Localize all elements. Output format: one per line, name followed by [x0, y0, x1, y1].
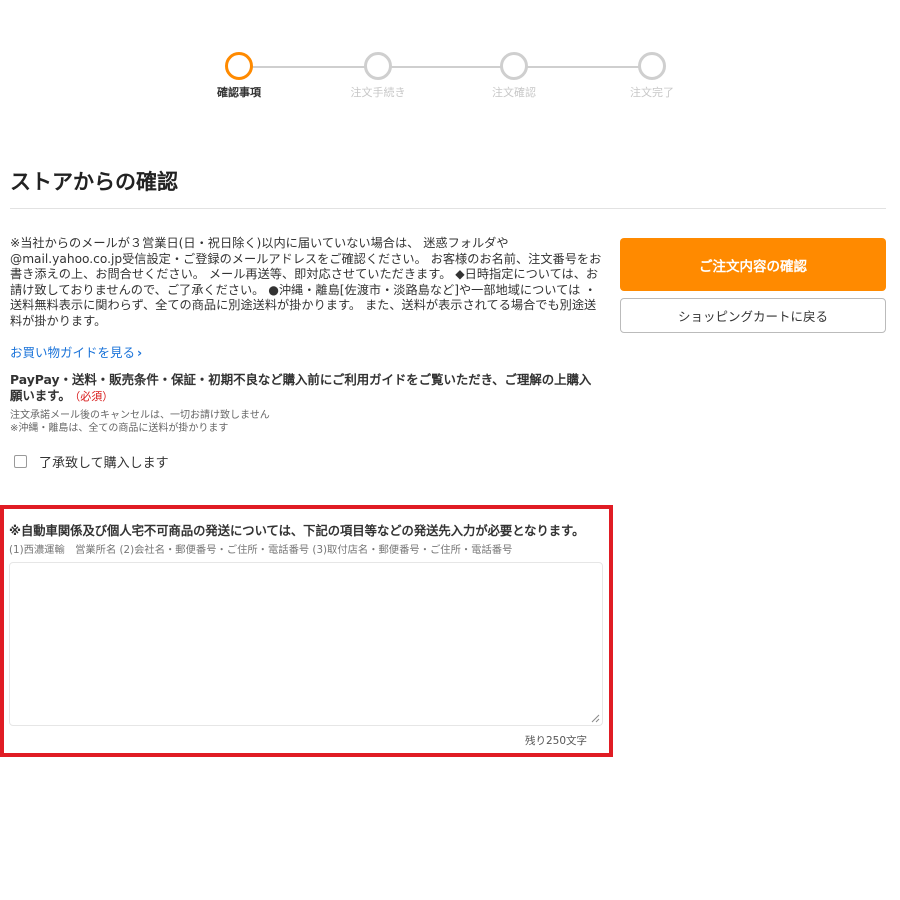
cancel-notes: 注文承諾メール後のキャンセルは、一切お請け致しません ※沖縄・離島は、全ての商品… [10, 409, 510, 435]
step-label: 注文完了 [630, 86, 674, 99]
guide-link-label: お買い物ガイドを見る [10, 345, 136, 360]
cancel-note: 注文承諾メール後のキャンセルは、一切お請け致しません [10, 410, 270, 421]
agree-label: 了承致して購入します [39, 456, 169, 471]
page-title: ストアからの確認 [10, 170, 178, 194]
confirm-order-button[interactable]: ご注文内容の確認 [620, 238, 886, 291]
step-active-circle-icon [225, 52, 253, 80]
shipping-subtext: (1)西濃運輸 営業所名 (2)会社名・郵便番号・ご住所・電話番号 (3)取付店… [9, 544, 513, 556]
shipping-heading: ※自動車関係及び個人宅不可商品の発送については、下記の項目等などの発送先入力が必… [9, 524, 585, 538]
progress-stepper: 確認事項 注文手続き 注文確認 注文完了 [0, 52, 900, 112]
step-order-procedure: 注文手続き [318, 52, 438, 100]
shopping-guide-link[interactable]: お買い物ガイドを見る › [10, 342, 142, 361]
guide-requirement: PayPay・送料・販売条件・保証・初期不良など購入前にご利用ガイドをご覧いただ… [10, 372, 602, 405]
step-label: 注文確認 [492, 86, 536, 99]
step-circle-icon [638, 52, 666, 80]
step-label: 確認事項 [217, 86, 261, 99]
shipping-destination-input[interactable] [9, 562, 603, 726]
step-label: 注文手続き [350, 86, 406, 99]
step-confirm-items: 確認事項 [179, 52, 299, 100]
store-notice: ※当社からのメールが３営業日(日・祝日除く)以内に届いていない場合は、 迷惑フォ… [10, 236, 602, 328]
step-order-complete: 注文完了 [592, 52, 712, 100]
okinawa-note: ※沖縄・離島は、全ての商品に送料が掛かります [10, 423, 229, 434]
agree-checkbox[interactable] [14, 455, 27, 468]
back-to-cart-button[interactable]: ショッピングカートに戻る [620, 298, 886, 333]
shipping-destination-section: ※自動車関係及び個人宅不可商品の発送については、下記の項目等などの発送先入力が必… [0, 505, 613, 757]
remaining-char-count: 残り250文字 [524, 735, 587, 747]
step-circle-icon [500, 52, 528, 80]
agree-checkbox-row[interactable]: 了承致して購入します [14, 452, 169, 471]
chevron-right-icon: › [137, 345, 143, 360]
resize-handle-icon[interactable] [590, 713, 600, 723]
step-order-confirm: 注文確認 [454, 52, 574, 100]
title-divider [10, 208, 886, 209]
step-circle-icon [364, 52, 392, 80]
required-badge: （必須） [74, 390, 114, 403]
